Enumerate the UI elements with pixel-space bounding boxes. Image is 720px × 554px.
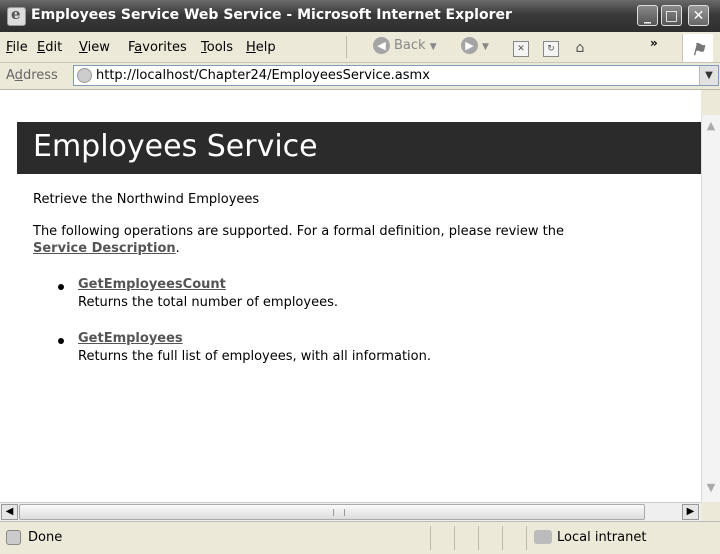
status-divider: [454, 526, 455, 550]
get-employees-count-link[interactable]: GetEmployeesCount: [78, 277, 226, 292]
back-button[interactable]: ◀ Back ▼: [373, 37, 437, 54]
service-description-line: Service Description.: [33, 241, 180, 256]
title-bar: Employees Service Web Service - Microsof…: [0, 0, 720, 32]
horizontal-scrollbar[interactable]: ◀ ▶: [0, 502, 701, 521]
status-divider: [430, 526, 431, 550]
operation-description: Returns the full list of employees, with…: [78, 349, 431, 364]
status-divider: [526, 526, 527, 550]
intro-text: The following operations are supported. …: [33, 224, 565, 239]
scroll-grip-icon: [333, 509, 345, 516]
menu-favorites[interactable]: Favorites: [128, 40, 187, 55]
address-dropdown-icon[interactable]: ▼: [699, 66, 718, 85]
vertical-scrollbar[interactable]: ▲ ▼: [701, 115, 720, 502]
menu-help[interactable]: Help: [246, 40, 276, 55]
minimize-button[interactable]: _: [637, 5, 658, 26]
get-employees-link[interactable]: GetEmployees: [78, 331, 183, 346]
service-description-link[interactable]: Service Description: [33, 241, 176, 256]
close-button[interactable]: ✕: [688, 5, 709, 26]
browser-window: Employees Service Web Service - Microsof…: [0, 0, 720, 554]
forward-arrow-icon: ▶: [461, 37, 478, 54]
back-arrow-icon: ◀: [373, 37, 390, 54]
menu-bar: File Edit View Favorites Tools Help ◀ Bac…: [0, 32, 720, 63]
menu-file[interactable]: File: [6, 40, 28, 55]
toolbar-overflow-chevron[interactable]: »: [650, 36, 658, 50]
scroll-up-icon[interactable]: ▲: [704, 119, 718, 133]
operation-link: GetEmployeesCount: [78, 277, 226, 292]
status-divider: [502, 526, 503, 550]
window-title: Employees Service Web Service - Microsof…: [31, 7, 512, 23]
address-bar: Address http://localhost/Chapter24/Emplo…: [0, 63, 720, 90]
stop-icon[interactable]: ✕: [513, 41, 529, 57]
forward-button[interactable]: ▶ ▼: [461, 37, 489, 54]
operation-link: GetEmployees: [78, 331, 183, 346]
intranet-icon: [534, 530, 552, 544]
refresh-icon[interactable]: ↻: [543, 41, 559, 57]
list-bullet: [58, 284, 64, 290]
scroll-corner: [701, 502, 720, 521]
windows-logo-icon: ⚑: [682, 34, 713, 62]
status-divider: [478, 526, 479, 550]
home-icon[interactable]: ⌂: [573, 41, 587, 55]
scroll-left-icon[interactable]: ◀: [1, 504, 18, 520]
address-label: Address: [6, 68, 58, 83]
security-zone: Local intranet: [557, 530, 647, 545]
page-icon: [77, 68, 92, 83]
menu-edit[interactable]: Edit: [37, 40, 62, 55]
address-url[interactable]: http://localhost/Chapter24/EmployeesServ…: [96, 68, 430, 83]
maximize-button[interactable]: □: [661, 5, 682, 26]
list-bullet: [58, 338, 64, 344]
horizontal-scroll-thumb[interactable]: [19, 504, 645, 520]
page-heading: Employees Service: [33, 129, 318, 164]
page-banner: Employees Service: [17, 122, 701, 174]
menu-tools[interactable]: Tools: [201, 40, 233, 55]
status-bar: Done Local intranet: [0, 521, 720, 554]
operation-description: Returns the total number of employees.: [78, 295, 338, 310]
ie-icon: [7, 5, 26, 26]
address-input[interactable]: http://localhost/Chapter24/EmployeesServ…: [73, 65, 719, 86]
service-description-text: Retrieve the Northwind Employees: [33, 192, 260, 207]
scroll-down-icon[interactable]: ▼: [704, 481, 718, 495]
toolbar-separator: [346, 36, 347, 58]
page-status-icon: [6, 530, 21, 545]
status-text: Done: [28, 530, 63, 545]
page-content: Employees Service Retrieve the Northwind…: [0, 90, 701, 502]
scroll-right-icon[interactable]: ▶: [682, 504, 699, 520]
menu-view[interactable]: View: [79, 40, 110, 55]
